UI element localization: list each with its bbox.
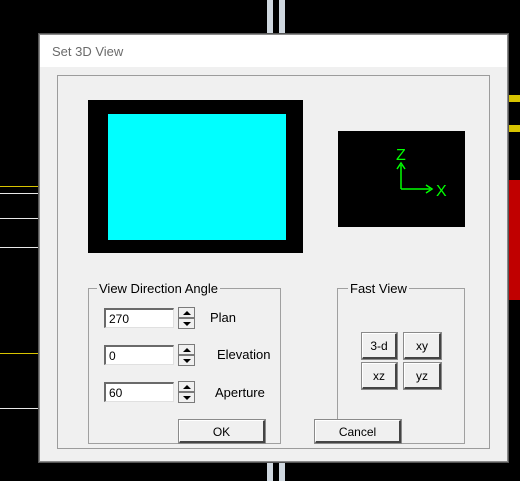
cancel-button[interactable]: Cancel bbox=[314, 419, 402, 444]
grid-line-yellow bbox=[0, 186, 40, 187]
fast-view-xy-button[interactable]: xy bbox=[403, 332, 442, 360]
grid-line bbox=[0, 218, 40, 219]
fast-view-xz-button[interactable]: xz bbox=[361, 362, 398, 390]
elevation-spin-down-button[interactable] bbox=[178, 355, 195, 366]
aperture-angle-spinner[interactable] bbox=[178, 381, 195, 403]
dialog-titlebar[interactable]: Set 3D View bbox=[40, 35, 507, 67]
structure-member-red bbox=[508, 180, 520, 300]
aperture-angle-input[interactable] bbox=[104, 382, 174, 402]
fast-view-3d-button[interactable]: 3-d bbox=[361, 332, 398, 360]
ok-button[interactable]: OK bbox=[178, 419, 266, 444]
elevation-angle-input[interactable] bbox=[104, 345, 174, 365]
plan-spin-up-button[interactable] bbox=[178, 307, 195, 318]
view-preview bbox=[88, 100, 303, 253]
axes-indicator: Z X bbox=[338, 131, 465, 227]
plan-spin-down-button[interactable] bbox=[178, 318, 195, 329]
dialog-content-panel: Z X View Direction Angle Plan Elevation bbox=[57, 75, 490, 449]
grid-line bbox=[0, 193, 40, 194]
x-axis-label: X bbox=[436, 183, 447, 200]
set-3d-view-dialog: Set 3D View Z X View Direction Angle 270… bbox=[39, 34, 508, 462]
elevation-label: Elevation bbox=[217, 347, 271, 362]
dialog-title: Set 3D View bbox=[52, 44, 124, 59]
elevation-angle-spinner[interactable] bbox=[178, 344, 195, 366]
structure-member bbox=[508, 95, 520, 102]
plan-angle-spinner[interactable] bbox=[178, 307, 195, 329]
elevation-spin-up-button[interactable] bbox=[178, 344, 195, 355]
fast-view-legend: Fast View bbox=[348, 281, 409, 296]
grid-line bbox=[0, 247, 40, 248]
structure-member bbox=[508, 125, 520, 132]
grid-line-yellow bbox=[0, 353, 40, 354]
view-preview-model bbox=[108, 114, 286, 240]
plan-angle-input[interactable] bbox=[104, 308, 174, 328]
aperture-spin-up-button[interactable] bbox=[178, 381, 195, 392]
view-direction-legend: View Direction Angle bbox=[97, 281, 220, 296]
grid-line bbox=[0, 408, 40, 409]
aperture-label: Aperture bbox=[215, 385, 265, 400]
z-axis-label: Z bbox=[396, 147, 406, 164]
plan-label: Plan bbox=[210, 310, 237, 325]
fast-view-yz-button[interactable]: yz bbox=[403, 362, 442, 390]
aperture-spin-down-button[interactable] bbox=[178, 392, 195, 403]
